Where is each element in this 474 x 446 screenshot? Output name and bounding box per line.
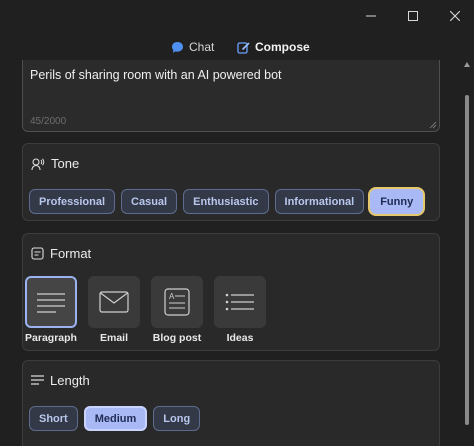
tone-voice-icon xyxy=(31,157,45,170)
format-options: Paragraph Email A Blog post Ideas xyxy=(25,276,266,344)
ideas-tile[interactable] xyxy=(214,276,266,328)
format-option-ideas[interactable]: Ideas xyxy=(214,276,266,344)
close-icon xyxy=(450,11,460,21)
format-header: Format xyxy=(31,246,91,261)
length-option-long[interactable]: Long xyxy=(153,406,201,431)
blog-post-icon: A xyxy=(164,288,190,316)
paragraph-icon xyxy=(37,293,65,313)
tone-section: Tone Professional Casual Enthusiastic In… xyxy=(22,143,440,221)
prompt-textarea[interactable]: Perils of sharing room with an AI powere… xyxy=(22,60,440,132)
format-option-paragraph[interactable]: Paragraph xyxy=(25,276,77,344)
ideas-label: Ideas xyxy=(226,332,254,344)
format-option-blog-post[interactable]: A Blog post xyxy=(151,276,203,344)
tone-option-professional[interactable]: Professional xyxy=(29,189,116,214)
maximize-button[interactable] xyxy=(398,4,428,28)
scroll-up-arrow-icon[interactable] xyxy=(464,62,470,67)
format-title: Format xyxy=(50,246,92,261)
svg-text:A: A xyxy=(169,292,175,301)
email-label: Email xyxy=(99,332,128,344)
email-icon xyxy=(99,291,129,313)
character-counter: 45/2000 xyxy=(30,116,67,127)
tone-option-enthusiastic[interactable]: Enthusiastic xyxy=(183,189,269,214)
format-icon xyxy=(31,247,44,260)
format-section: Format Paragraph Email A Blog post Ideas xyxy=(22,233,440,351)
resize-grip-icon[interactable] xyxy=(429,121,437,129)
compose-pen-icon xyxy=(237,41,250,54)
paragraph-tile[interactable] xyxy=(25,276,77,328)
tone-option-informational[interactable]: Informational xyxy=(274,189,365,214)
minimize-icon xyxy=(366,15,376,17)
ideas-list-icon xyxy=(225,293,254,311)
tone-header: Tone xyxy=(31,156,79,171)
length-option-medium[interactable]: Medium xyxy=(83,406,148,431)
tab-compose-label: Compose xyxy=(255,40,310,54)
blog-post-label: Blog post xyxy=(152,332,202,344)
paragraph-label: Paragraph xyxy=(25,332,77,344)
length-icon xyxy=(31,375,44,385)
tab-chat[interactable]: Chat xyxy=(171,36,214,58)
email-tile[interactable] xyxy=(88,276,140,328)
maximize-icon xyxy=(408,11,418,21)
length-title: Length xyxy=(50,373,90,388)
tab-bar: Chat Compose xyxy=(0,32,474,87)
tone-title: Tone xyxy=(51,156,80,171)
format-option-email[interactable]: Email xyxy=(88,276,140,344)
title-bar xyxy=(0,0,474,32)
blog-post-tile[interactable]: A xyxy=(151,276,203,328)
scrollbar-thumb[interactable] xyxy=(465,95,469,425)
tone-option-funny[interactable]: Funny xyxy=(370,189,424,214)
prompt-text[interactable]: Perils of sharing room with an AI powere… xyxy=(30,68,282,82)
length-option-short[interactable]: Short xyxy=(29,406,78,431)
length-section: Length Short Medium Long xyxy=(22,360,440,446)
tone-option-casual[interactable]: Casual xyxy=(121,189,178,214)
minimize-button[interactable] xyxy=(356,4,386,28)
close-button[interactable] xyxy=(440,4,470,28)
tab-chat-label: Chat xyxy=(189,40,215,54)
length-options: Short Medium Long xyxy=(29,406,201,431)
length-header: Length xyxy=(31,373,90,388)
chat-bubble-icon xyxy=(172,41,183,53)
tone-options: Professional Casual Enthusiastic Informa… xyxy=(29,189,424,214)
tab-compose[interactable]: Compose xyxy=(237,36,310,58)
